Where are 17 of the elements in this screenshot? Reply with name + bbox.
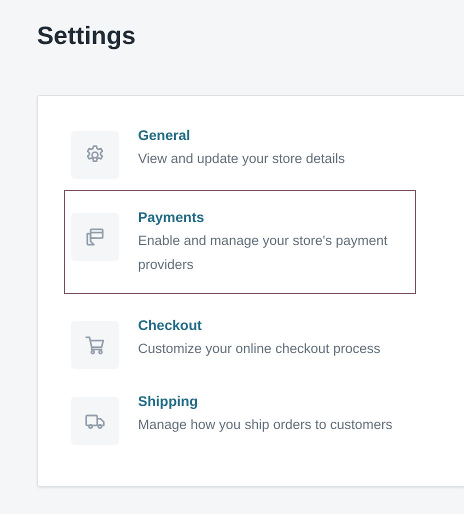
cart-icon [71,321,119,369]
gear-icon [71,131,119,179]
item-description: Manage how you ship orders to customers [138,416,392,434]
settings-item[interactable]: Shipping Manage how you ship orders to customers [64,378,416,454]
settings-item[interactable]: Checkout Customize your online checkout process [64,302,416,378]
truck-icon [71,397,119,445]
settings-item[interactable]: General View and update your store details [64,112,416,188]
item-description: Enable and manage your store's payment providers [138,232,388,274]
settings-item[interactable]: Payments Enable and manage your store's payment providers [64,190,416,294]
item-title: Payments [138,208,204,227]
item-description: Customize your online checkout process [138,340,380,358]
item-title: Shipping [138,392,198,411]
cards-icon [71,213,119,261]
item-title: General [138,126,190,145]
page-title: Settings [37,22,137,51]
item-description: View and update your store details [138,150,345,168]
item-title: Checkout [138,316,202,335]
